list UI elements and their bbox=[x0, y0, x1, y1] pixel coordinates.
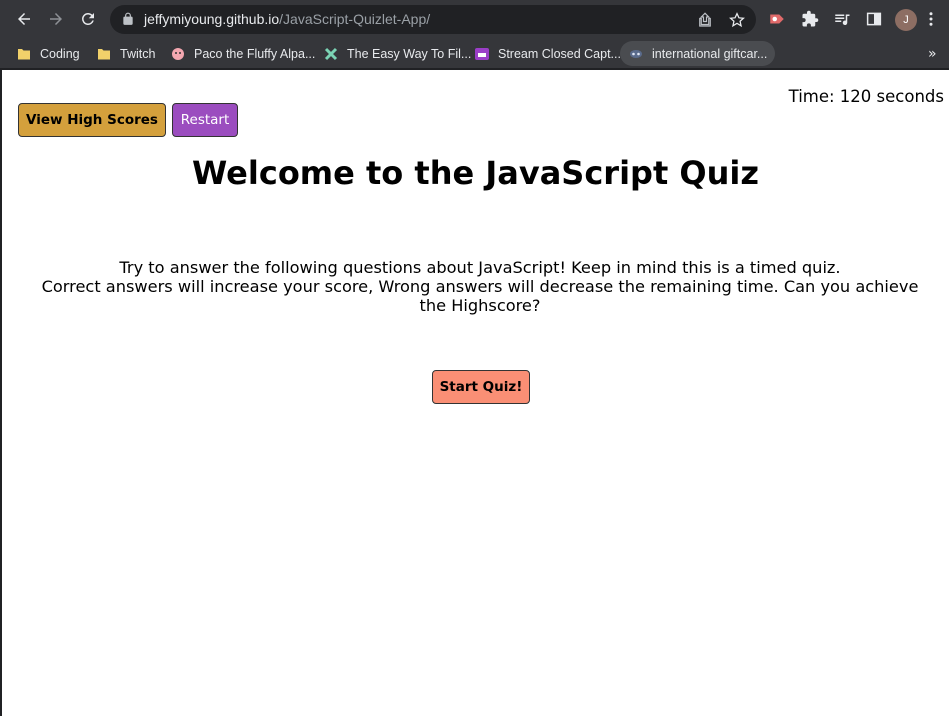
bookmark-label: Paco the Fluffy Alpa... bbox=[194, 46, 316, 61]
url-text[interactable]: jeffymiyoung.github.io/JavaScript-Quizle… bbox=[144, 11, 430, 27]
address-bar[interactable]: jeffymiyoung.github.io/JavaScript-Quizle… bbox=[110, 5, 756, 34]
browser-toolbar: jeffymiyoung.github.io/JavaScript-Quizle… bbox=[0, 0, 949, 38]
url-host: jeffymiyoung.github.io bbox=[144, 11, 280, 27]
folder-icon bbox=[18, 48, 30, 59]
intro-line-2: Correct answers will increase your score… bbox=[41, 277, 919, 315]
bookmark-label: international giftcar... bbox=[652, 46, 768, 61]
extensions-puzzle-icon[interactable] bbox=[801, 10, 819, 28]
view-high-scores-button[interactable]: View High Scores bbox=[18, 103, 166, 137]
intro-text: Try to answer the following questions ab… bbox=[2, 258, 949, 315]
stream-cc-favicon bbox=[475, 47, 489, 60]
mask-favicon bbox=[630, 49, 642, 58]
back-arrow-icon bbox=[18, 13, 30, 25]
url-path: /JavaScript-Quizlet-App/ bbox=[279, 11, 431, 27]
forward-arrow-icon bbox=[50, 13, 62, 25]
back-button[interactable] bbox=[10, 5, 38, 33]
bookmark-label: The Easy Way To Fil... bbox=[347, 46, 472, 61]
forward-button[interactable] bbox=[42, 5, 70, 33]
bookmarks-bar: Coding Twitch Paco the Fluffy Alpa... Th… bbox=[0, 38, 949, 69]
lock-icon bbox=[123, 12, 133, 25]
start-quiz-button[interactable]: Start Quiz! bbox=[432, 370, 530, 404]
intro-line-1: Try to answer the following questions ab… bbox=[119, 258, 841, 277]
bookmark-giftcard[interactable]: international giftcar... bbox=[620, 41, 776, 66]
bookmark-label: Stream Closed Capt... bbox=[498, 46, 621, 61]
bookmarks-overflow-chevron-icon[interactable]: » bbox=[928, 46, 944, 62]
bookmark-label: Twitch bbox=[120, 46, 156, 61]
folder-icon bbox=[98, 48, 110, 59]
share-icon[interactable] bbox=[696, 11, 714, 29]
page-content: Time: 120 seconds View High Scores Resta… bbox=[2, 70, 949, 716]
side-panel-icon[interactable] bbox=[865, 10, 883, 28]
bookmark-easy-way[interactable]: The Easy Way To Fil... bbox=[315, 41, 479, 66]
bookmark-star-icon[interactable] bbox=[728, 11, 746, 29]
profile-avatar[interactable]: J bbox=[895, 9, 917, 31]
reload-button[interactable] bbox=[74, 5, 102, 33]
media-queue-icon[interactable] bbox=[833, 10, 851, 28]
bookmark-label: Coding bbox=[40, 46, 80, 61]
alpaca-favicon bbox=[172, 47, 184, 60]
bookmark-paco-alpaca[interactable]: Paco the Fluffy Alpa... bbox=[162, 41, 323, 66]
kebab-menu-icon[interactable] bbox=[922, 10, 940, 28]
screen-recorder-extension-icon[interactable] bbox=[768, 10, 786, 28]
page-title: Welcome to the JavaScript Quiz bbox=[192, 154, 759, 192]
bookmark-stream-cc[interactable]: Stream Closed Capt... bbox=[466, 41, 629, 66]
bookmark-coding[interactable]: Coding bbox=[8, 41, 88, 66]
timer-display: Time: 120 seconds bbox=[788, 87, 944, 106]
bookmark-twitch[interactable]: Twitch bbox=[88, 41, 163, 66]
reload-icon bbox=[82, 12, 94, 25]
restart-button[interactable]: Restart bbox=[172, 103, 238, 137]
sparkle-favicon bbox=[324, 47, 338, 60]
